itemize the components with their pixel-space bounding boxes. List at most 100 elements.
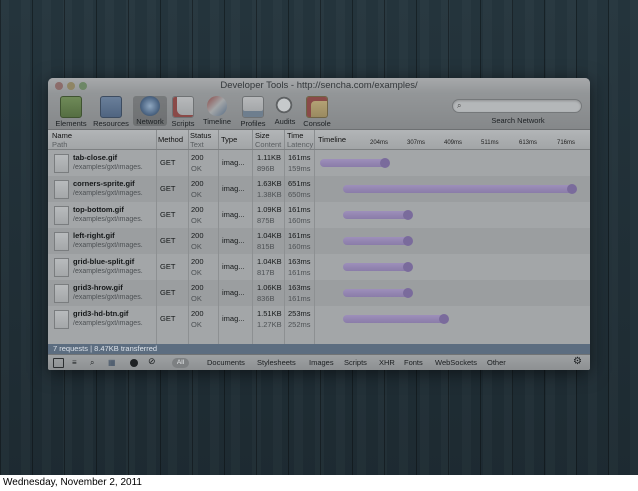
resource-type: imag... <box>222 288 245 297</box>
tab-network[interactable]: Network <box>133 96 167 126</box>
dock-icon[interactable] <box>53 358 64 368</box>
status-text: OK <box>191 268 202 277</box>
header-method[interactable]: Method <box>158 135 183 144</box>
resource-path: /examples/gxt/images. <box>73 294 143 301</box>
header-latency-label: Latency <box>287 140 314 149</box>
tab-resources[interactable]: Resources <box>91 96 131 128</box>
header-time[interactable]: Time Latency <box>287 131 313 149</box>
timeline-bar <box>343 184 577 194</box>
request-method: GET <box>160 184 176 193</box>
resource-path: /examples/gxt/images. <box>73 216 143 223</box>
gear-icon[interactable]: ⚙ <box>573 356 582 367</box>
grid-icon[interactable]: ▦ <box>108 358 116 367</box>
status-text: OK <box>191 242 202 251</box>
request-time: 253ms <box>288 309 311 318</box>
search-icon: ⌕ <box>457 101 462 110</box>
request-latency: 161ms <box>288 268 311 277</box>
request-time: 163ms <box>288 283 311 292</box>
content-size: 1.38KB <box>257 190 282 199</box>
file-icon <box>54 206 69 225</box>
tab-elements-label: Elements <box>55 119 87 128</box>
resource-name: grid-blue-split.gif <box>73 257 135 266</box>
tab-profiles-label: Profiles <box>240 119 266 128</box>
filter-images[interactable]: Images <box>309 358 334 367</box>
content-size: 896B <box>257 164 275 173</box>
request-time: 651ms <box>288 179 311 188</box>
console-toggle-icon[interactable]: ≡ <box>72 358 77 367</box>
timeline-tick: 613ms <box>519 140 538 146</box>
resource-type: imag... <box>222 158 245 167</box>
filter-all[interactable]: All <box>172 358 189 368</box>
timeline-tick: 409ms <box>444 140 463 146</box>
header-name[interactable]: Name Path <box>52 131 72 149</box>
tab-audits-label: Audits <box>274 117 296 126</box>
title-bar: Developer Tools - http://sencha.com/exam… <box>48 78 590 94</box>
resource-name: grid3-hd-btn.gif <box>73 309 129 318</box>
content-size: 1.27KB <box>257 320 282 329</box>
tab-resources-label: Resources <box>93 119 129 128</box>
filter-other[interactable]: Other <box>487 358 506 367</box>
request-method: GET <box>160 314 176 323</box>
resource-path: /examples/gxt/images. <box>73 268 143 275</box>
filter-xhr[interactable]: XHR <box>379 358 395 367</box>
network-table-body: tab-close.gif/examples/gxt/images. GET 200… <box>48 150 590 344</box>
zoom-window-button[interactable] <box>79 82 87 90</box>
header-type[interactable]: Type <box>221 135 237 144</box>
header-status-label: Status <box>190 131 212 140</box>
filter-websockets[interactable]: WebSockets <box>435 358 477 367</box>
tab-audits[interactable]: Audits <box>271 96 299 126</box>
clear-icon[interactable]: ⊘ <box>148 356 156 367</box>
filter-scripts[interactable]: Scripts <box>344 358 367 367</box>
header-timeline[interactable]: Timeline <box>318 135 346 144</box>
request-method: GET <box>160 288 176 297</box>
request-time: 163ms <box>288 257 311 266</box>
header-time-label: Time <box>287 131 304 140</box>
request-time: 161ms <box>288 231 311 240</box>
resource-path: /examples/gxt/images. <box>73 164 143 171</box>
filter-stylesheets[interactable]: Stylesheets <box>257 358 296 367</box>
content-size: 836B <box>257 294 275 303</box>
timeline-bar <box>343 288 414 298</box>
header-status[interactable]: Status Text <box>190 131 211 149</box>
status-code: 200 <box>191 257 204 266</box>
table-row[interactable]: grid3-hrow.gif/examples/gxt/images. GET 20… <box>48 280 590 306</box>
table-row[interactable]: corners-sprite.gif/examples/gxt/images. G… <box>48 176 590 202</box>
file-icon <box>54 180 69 199</box>
close-window-button[interactable] <box>55 82 63 90</box>
request-latency: 252ms <box>288 320 311 329</box>
file-icon <box>54 258 69 277</box>
search-network-label: Search Network <box>491 116 545 125</box>
status-code: 200 <box>191 205 204 214</box>
window-title: Developer Tools - http://sencha.com/exam… <box>220 80 418 91</box>
request-latency: 161ms <box>288 294 311 303</box>
table-row[interactable]: grid-blue-split.gif/examples/gxt/images.… <box>48 254 590 280</box>
filter-fonts[interactable]: Fonts <box>404 358 423 367</box>
status-text: OK <box>191 190 202 199</box>
minimize-window-button[interactable] <box>67 82 75 90</box>
transfer-size: 1.06KB <box>257 283 282 292</box>
tab-timeline[interactable]: Timeline <box>199 96 235 126</box>
tab-scripts[interactable]: Scripts <box>168 96 198 128</box>
header-size[interactable]: Size Content <box>255 131 281 149</box>
tab-console[interactable]: Console <box>300 96 334 128</box>
status-code: 200 <box>191 283 204 292</box>
search-icon[interactable]: ⌕ <box>90 358 94 368</box>
table-row[interactable]: left-right.gif/examples/gxt/images. GET 20… <box>48 228 590 254</box>
table-row[interactable]: top-bottom.gif/examples/gxt/images. GET 20… <box>48 202 590 228</box>
table-row[interactable]: tab-close.gif/examples/gxt/images. GET 200… <box>48 150 590 176</box>
tab-elements[interactable]: Elements <box>52 96 90 128</box>
record-icon[interactable] <box>130 359 138 367</box>
table-row[interactable]: grid3-hd-btn.gif/examples/gxt/images. GET… <box>48 306 590 332</box>
header-text-label: Text <box>190 140 204 149</box>
resource-type: imag... <box>222 314 245 323</box>
network-summary: 7 requests | 8.47KB transferred <box>48 344 590 354</box>
request-latency: 160ms <box>288 242 311 251</box>
tab-profiles[interactable]: Profiles <box>236 96 270 128</box>
status-code: 200 <box>191 231 204 240</box>
timeline-bar <box>320 158 391 168</box>
filter-documents[interactable]: Documents <box>207 358 245 367</box>
resource-type: imag... <box>222 262 245 271</box>
network-table-header: Name Path Method Status Text Type Size C… <box>48 130 590 150</box>
resource-path: /examples/gxt/images. <box>73 242 143 249</box>
search-network-input[interactable]: ⌕ <box>452 99 582 113</box>
